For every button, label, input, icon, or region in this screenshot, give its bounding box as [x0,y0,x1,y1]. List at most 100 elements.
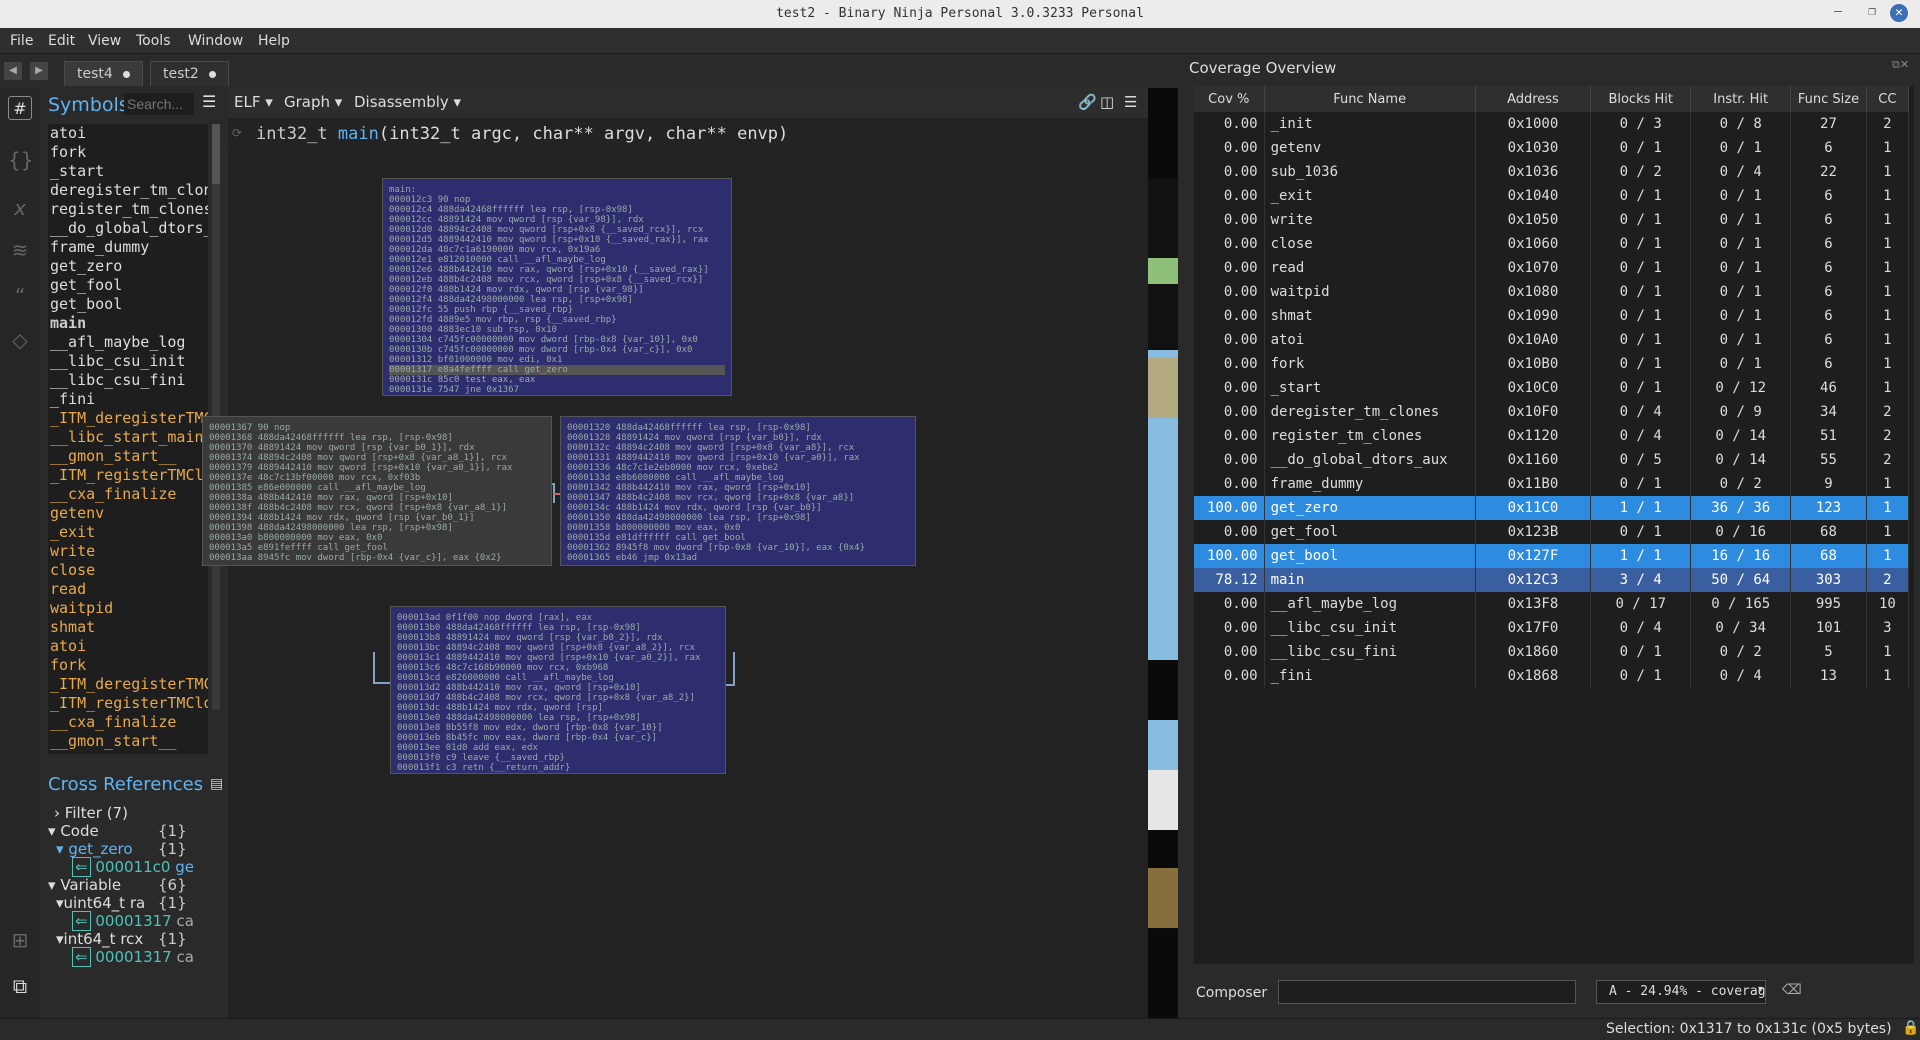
symbol-item[interactable]: _exit [48,523,208,542]
instruction-line[interactable]: 0000138f 488b4c2408 mov rcx, qword [rsp+… [209,503,545,513]
symbol-item[interactable]: frame_dummy [48,238,208,257]
instruction-line[interactable]: 0000132c 48894c2408 mov qword [rsp+0x8 {… [567,443,909,453]
link-icon[interactable]: 🔗 [1078,93,1097,111]
tags-icon[interactable]: ◇ [8,328,32,352]
instruction-line[interactable]: 00001300 4883ec10 sub rsp, 0x10 [389,325,725,335]
instruction-line[interactable]: 000013c1 4889442410 mov qword [rsp+0x10 … [397,653,719,663]
column-header[interactable]: Instr. Hit [1690,86,1792,112]
instruction-line[interactable]: 00001304 c745fc00000000 mov dword [rbp-0… [389,335,725,345]
variables-icon[interactable]: x [8,196,32,220]
instruction-line[interactable]: 000012d5 4889442410 mov qword [rsp+0x10 … [389,235,725,245]
instruction-line[interactable]: 0000135d e81dffffff call get_bool [567,533,909,543]
strings-icon[interactable]: “ [8,284,32,308]
split-view-icon[interactable]: ◫ [1100,93,1114,111]
xref-filter[interactable]: › Filter (7) [54,804,128,822]
symbol-item[interactable]: _start [48,162,208,181]
table-row[interactable]: 0.00 close 0x1060 0 / 10 / 161 [1194,232,1910,256]
instruction-line[interactable]: 000013cd e826000000 call __afl_maybe_log [397,673,719,683]
instruction-line[interactable]: 000013c6 48c7c168b90000 mov rcx, 0xb968 [397,663,719,673]
instruction-line[interactable]: 000013b0 488da42468ffffff lea rsp, [rsp-… [397,623,719,633]
instruction-line[interactable]: 000012da 48c7c1a6190000 mov rcx, 0x19a6 [389,245,725,255]
symbol-item[interactable]: _ITM_registerTMCloneTable [48,466,208,485]
instruction-line[interactable]: 000012d0 48894c2408 mov qword [rsp+0x8 {… [389,225,725,235]
xref-var1-entry[interactable]: ⇐ 00001317 ca [72,911,194,931]
lock-icon[interactable]: 🔒 [1902,1020,1919,1036]
symbol-item[interactable]: _ITM_deregisterTMCloneTable [48,675,208,694]
symbol-item[interactable]: deregister_tm_clones [48,181,208,200]
table-row[interactable]: 0.00 getenv 0x1030 0 / 10 / 161 [1194,136,1910,160]
instruction-line[interactable]: 00001342 488b442410 mov rax, qword [rsp+… [567,483,909,493]
instruction-line[interactable]: 000013ad 0f1f00 nop dword [rax], eax [397,613,719,623]
instruction-line[interactable]: 000013a0 b800000000 mov eax, 0x0 [209,533,545,543]
instruction-line[interactable]: 000012e1 e812010000 call __afl_maybe_log [389,255,725,265]
instruction-line[interactable]: 000013f0 c9 leave {__saved_rbp} [397,753,719,763]
symbol-item[interactable]: get_bool [48,295,208,314]
instruction-line[interactable]: 00001370 48891424 mov qword [rsp {var_b0… [209,443,545,453]
symbol-item[interactable]: __do_global_dtors_aux [48,219,208,238]
close-icon[interactable]: ✕ [1890,4,1908,22]
feature-map[interactable] [1148,88,1178,1018]
coverage-select[interactable]: A - 24.94% - coverage.c [1596,980,1766,1004]
instruction-line[interactable]: 000013e8 8b55f8 mov edx, dword [rbp-0x8 … [397,723,719,733]
menu-window[interactable]: Window [188,33,243,49]
menu-view[interactable]: View [88,33,121,49]
menu-file[interactable]: File [10,33,33,49]
table-row[interactable]: 0.00 shmat 0x1090 0 / 10 / 161 [1194,304,1910,328]
instruction-line[interactable]: 000012e6 488b442410 mov rax, qword [rsp+… [389,265,725,275]
instruction-line[interactable]: 000013f1 c3 retn {__return_addr} [397,763,719,773]
minimize-icon[interactable]: – [1828,4,1848,24]
symbol-item[interactable]: close [48,561,208,580]
instruction-line[interactable]: 00001362 8945f8 mov dword [rbp-0x8 {var_… [567,543,909,553]
xref-code-function[interactable]: ▾ get_zero [56,840,133,858]
flow-graph[interactable]: main: 000012c3 90 nop 000012c4 488da42468f… [202,150,1144,1012]
instruction-line[interactable]: 00001398 488da42498000000 lea rsp, [rsp+… [209,523,545,533]
instruction-line[interactable]: main: [389,185,725,195]
graph-dropdown[interactable]: Graph ▾ [284,93,342,111]
instruction-line[interactable]: 00001374 48894c2408 mov qword [rsp+0x8 {… [209,453,545,463]
column-header[interactable]: Func Name [1264,86,1476,112]
instruction-line[interactable]: 00001367 90 nop [209,423,545,433]
symbol-item[interactable]: getenv [48,504,208,523]
table-row[interactable]: 0.00 get_fool 0x123B 0 / 10 / 16 68 1 [1194,520,1910,544]
column-header[interactable]: Blocks Hit [1590,86,1692,112]
table-row[interactable]: 0.00 __afl_maybe_log 0x13F8 0 / 17 0 / 165 99… [1194,592,1910,616]
symbol-item[interactable]: get_fool [48,276,208,295]
instruction-line[interactable]: 00001350 488da42498000000 lea rsp, [rsp+… [567,513,909,523]
symbol-item[interactable]: main [48,314,208,333]
table-row[interactable]: 0.00 waitpid 0x1080 0 / 10 / 161 [1194,280,1910,304]
instruction-line[interactable]: 000013aa 8945fc mov dword [rbp-0x4 {var_… [209,553,545,563]
table-row[interactable]: 0.00 register_tm_clones 0x1120 0 / 40 / 14 5… [1194,424,1910,448]
instruction-line[interactable]: 000013dc 488b1424 mov rdx, qword [rsp] [397,703,719,713]
basic-block-false-branch[interactable]: 00001367 90 nop 00001368 488da42468ffffff… [202,416,552,566]
basic-block-main[interactable]: main: 000012c3 90 nop 000012c4 488da42468f… [382,178,732,396]
instruction-line[interactable]: 0000131c 85c0 test eax, eax [389,375,725,385]
disassembly-dropdown[interactable]: Disassembly ▾ [354,93,461,111]
instruction-line[interactable]: 000013b8 48891424 mov qword [rsp {var_b0… [397,633,719,643]
column-header[interactable]: Func Size [1790,86,1867,112]
view-menu-icon[interactable]: ☰ [1124,93,1137,111]
refresh-icon[interactable]: ⟳ [232,126,242,140]
tab-test2[interactable]: test2 [150,61,229,86]
instruction-line[interactable]: 00001394 488b1424 mov rdx, qword [rsp {v… [209,513,545,523]
tab-test4[interactable]: test4 [64,61,143,86]
instruction-line[interactable]: 000013ee 01d0 add eax, edx [397,743,719,753]
hierarchy-icon[interactable]: ⊞ [8,928,32,952]
symbol-item[interactable]: shmat [48,618,208,637]
table-row[interactable]: 100.00 get_bool 0x127F 1 / 1 16 / 16 68 1 [1194,544,1910,568]
cross-references-icon[interactable]: ⧉ [8,974,32,998]
instruction-line[interactable]: 0000131e 7547 jne 0x1367 [389,385,725,395]
instruction-line[interactable]: 000012cc 48891424 mov qword [rsp {var_98… [389,215,725,225]
symbols-icon[interactable]: # [8,96,32,120]
table-row[interactable]: 0.00 frame_dummy 0x11B0 0 / 10 / 291 [1194,472,1910,496]
symbol-item[interactable]: __gmon_start__ [48,732,208,751]
symbol-item[interactable]: __libc_csu_fini [48,371,208,390]
xref-var1[interactable]: ▾uint64_t ra [56,894,145,912]
hamburger-menu-icon[interactable]: ☰ [202,92,216,111]
instruction-line[interactable]: 000013e0 488da42498000000 lea rsp, [rsp+… [397,713,719,723]
column-header[interactable]: Address [1475,86,1592,112]
instruction-line[interactable]: 00001331 4889442410 mov qword [rsp+0x10 … [567,453,909,463]
xref-code-group[interactable]: ▾ Code [48,822,99,840]
column-header[interactable]: CC [1866,86,1910,112]
table-row[interactable]: 0.00 _start 0x10C0 0 / 10 / 12 46 1 [1194,376,1910,400]
table-row[interactable]: 100.00 get_zero 0x11C0 1 / 1 36 / 36 123 1 [1194,496,1910,520]
